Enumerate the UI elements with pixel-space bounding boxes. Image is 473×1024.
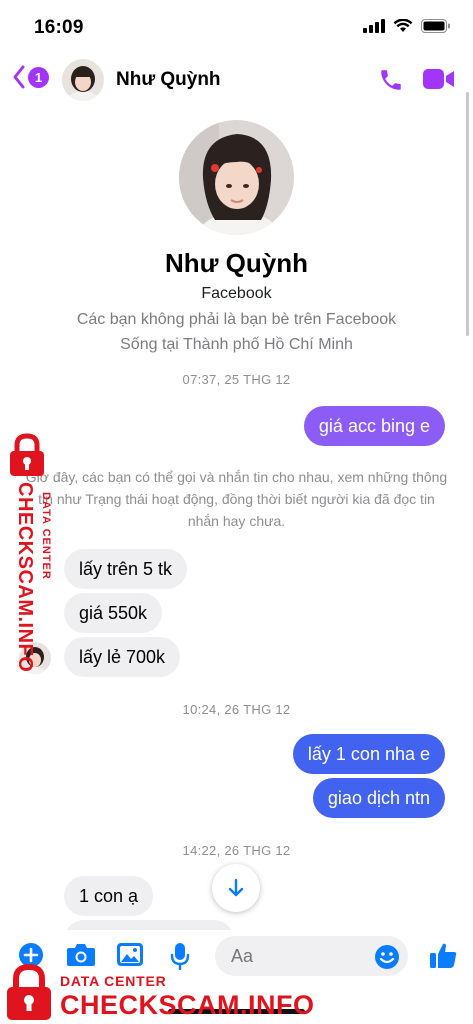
video-camera-icon (423, 69, 454, 89)
video-call-button[interactable] (423, 68, 455, 95)
cellular-signal-icon (363, 19, 385, 33)
arrow-down-icon (228, 878, 244, 897)
status-bar: 16:09 (0, 0, 473, 52)
voice-call-button[interactable] (378, 67, 404, 98)
phone-icon (381, 70, 401, 90)
conversation-header: 1 Như Quỳnh (0, 52, 473, 108)
contact-name[interactable]: Như Quỳnh (116, 69, 221, 91)
message-bubble-outgoing[interactable]: lấy 1 con nha e (292, 734, 445, 774)
back-chevron-icon (13, 65, 25, 89)
profile-relation: Các bạn không phải là bạn bè trên Facebo… (76, 311, 397, 328)
profile-photo (179, 120, 294, 235)
watermark-bottom: DATA CENTER CHECKSCAM.INFO (0, 960, 314, 1024)
contact-avatar[interactable] (62, 59, 104, 101)
padlock-icon (7, 963, 51, 1020)
watermark-bottom-sub: DATA CENTER (60, 973, 167, 989)
profile-name: Như Quỳnh (164, 248, 309, 278)
status-time: 16:09 (34, 17, 84, 38)
timestamp: 07:37, 25 THG 12 (182, 372, 291, 387)
message-bubble-outgoing[interactable]: giao dịch ntn (312, 778, 445, 818)
watermark-bottom-main: CHECKSCAM.INFO (60, 990, 315, 1020)
profile-location: Sống tại Thành phố Hồ Chí Minh (120, 336, 353, 353)
message-bubble-incoming[interactable]: giá 550k (64, 593, 163, 633)
watermark-vertical-sub: DATA CENTER (40, 492, 52, 580)
message-bubble-incoming[interactable]: lấy trên 5 tk (64, 549, 188, 589)
unread-badge: 1 (28, 66, 49, 88)
padlock-icon (10, 433, 44, 476)
emoji-icon (375, 945, 399, 969)
conversation-notice: Giờ đây, các bạn có thể gọi và nhắn tin … (25, 469, 448, 529)
emoji-button[interactable] (374, 944, 400, 975)
battery-icon (421, 19, 450, 33)
profile-avatar[interactable] (179, 120, 294, 235)
wifi-icon (393, 19, 413, 32)
scroll-to-bottom-button[interactable] (212, 864, 260, 912)
like-button[interactable] (428, 940, 458, 975)
timestamp: 10:24, 26 THG 12 (182, 702, 291, 717)
message-bubble-incoming[interactable]: lấy lẻ 700k (64, 637, 181, 677)
message-bubble-incoming[interactable]: 1 con ạ (64, 876, 154, 916)
message-bubble-outgoing[interactable]: giá acc bing e (303, 406, 445, 446)
back-button[interactable]: 1 (12, 64, 49, 90)
watermark-vertical-main: CHECKSCAM.INFO (14, 482, 36, 673)
timestamp: 14:22, 26 THG 12 (182, 843, 291, 858)
profile-source: Facebook (201, 285, 272, 302)
avatar-photo (62, 59, 104, 101)
thumbs-up-icon (430, 943, 457, 968)
status-icons (363, 19, 451, 33)
